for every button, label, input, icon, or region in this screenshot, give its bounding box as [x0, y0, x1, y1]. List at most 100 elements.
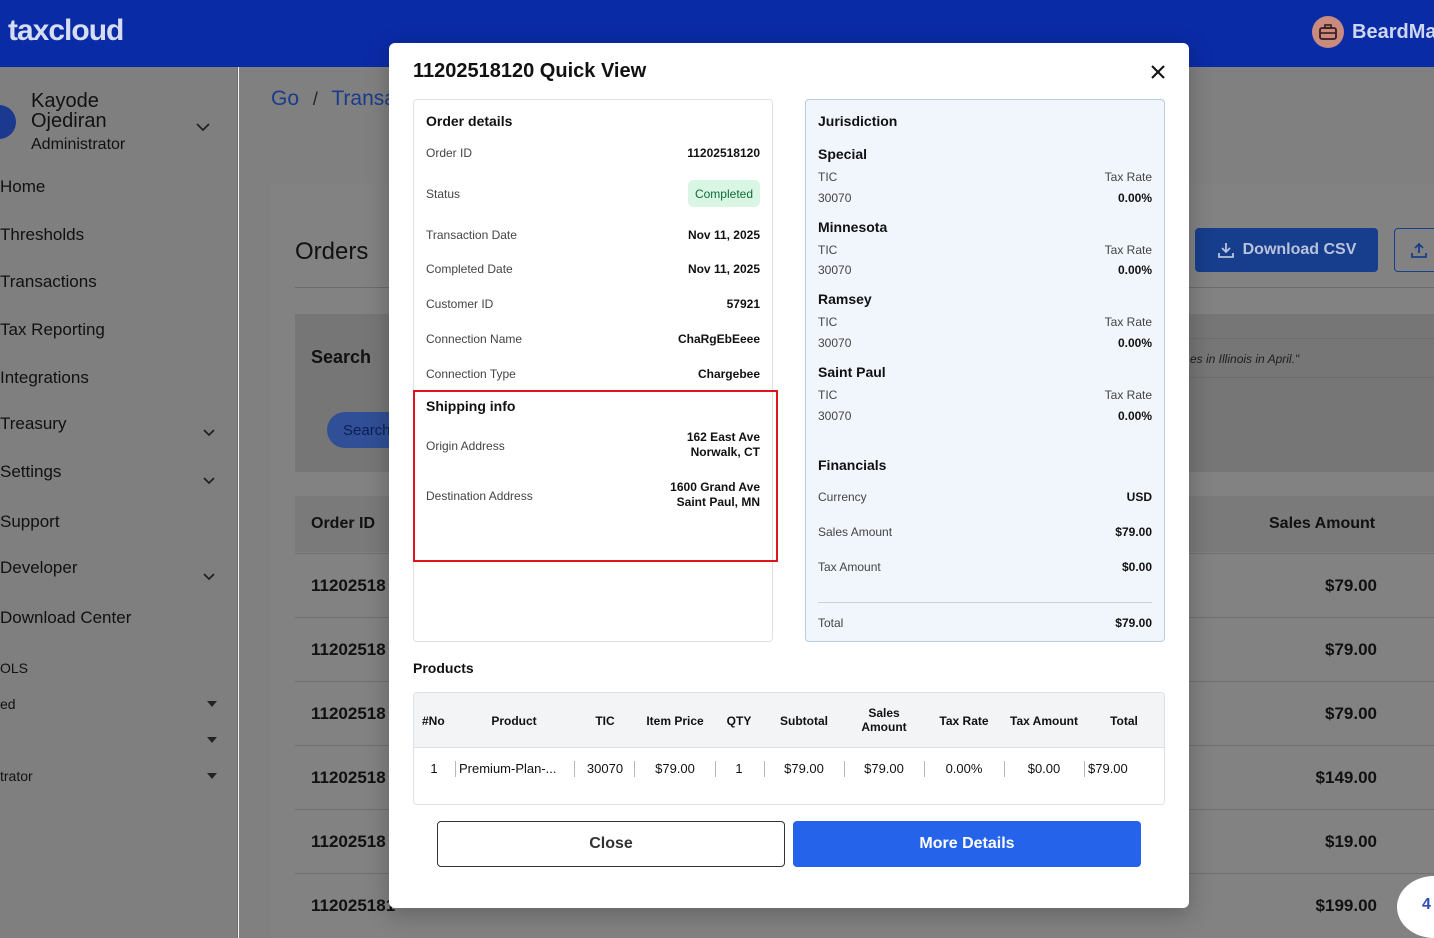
- column-tic: TIC: [595, 714, 615, 728]
- caret-down-icon[interactable]: [207, 773, 217, 779]
- cell-tic: 30070: [586, 761, 624, 776]
- connection-name-label: Connection Name: [426, 332, 523, 346]
- breadcrumb: Go / Transa: [271, 87, 396, 111]
- close-button[interactable]: Close: [437, 821, 785, 867]
- tax-rate-label: Tax Rate: [1104, 170, 1152, 184]
- status-badge: Completed: [687, 180, 760, 207]
- completed-date-value: Nov 11, 2025: [687, 262, 760, 276]
- divider: [634, 761, 635, 777]
- tax-rate-value: 0.00%: [1117, 263, 1152, 277]
- tic-label: TIC: [818, 315, 838, 329]
- brand-name: BeardMa: [1352, 20, 1434, 43]
- cell-tax-rate: 0.00%: [945, 761, 983, 776]
- column-sales-amount[interactable]: Sales Amount: [1269, 515, 1375, 533]
- tools-select-1[interactable]: ed: [0, 696, 16, 712]
- column-item-price: Item Price: [646, 714, 704, 728]
- row-order-id: 112025181: [311, 896, 396, 915]
- sidebar-item-tax-reporting[interactable]: Tax Reporting: [0, 320, 105, 340]
- column-tax-rate: Tax Rate: [939, 714, 989, 728]
- row-sales-amount: $79.00: [1325, 576, 1377, 595]
- order-id-value: 11202518120: [687, 146, 760, 160]
- caret-down-icon[interactable]: [207, 701, 217, 707]
- cell-tax-amount: $0.00: [1027, 761, 1061, 776]
- sidebar-item-thresholds[interactable]: Thresholds: [0, 225, 84, 245]
- connection-name-value: ChaRgEbEeee: [677, 332, 760, 346]
- row-sales-amount: $199.00: [1315, 896, 1377, 915]
- sales-amount-value: $79.00: [1115, 525, 1152, 539]
- tax-rate-label: Tax Rate: [1104, 388, 1152, 402]
- transaction-date-label: Transaction Date: [426, 228, 517, 242]
- column-no: #No: [422, 714, 445, 728]
- cell-total: $79.00: [1088, 761, 1128, 776]
- close-icon[interactable]: [1147, 61, 1169, 83]
- row-order-id: 11202518: [311, 704, 386, 723]
- jurisdiction-name: Special: [818, 146, 868, 162]
- currency-label: Currency: [818, 490, 867, 504]
- tax-amount-value: $0.00: [1121, 560, 1152, 574]
- cell-product[interactable]: Premium-Plan-...: [459, 761, 571, 776]
- column-sales-amount-line2: Amount: [861, 720, 907, 734]
- column-tax-amount: Tax Amount: [1010, 714, 1078, 728]
- shipping-info-highlight: [413, 390, 778, 562]
- jurisdiction-name: Ramsey: [818, 291, 872, 307]
- upload-icon: [1411, 242, 1427, 258]
- sidebar-item-treasury[interactable]: Treasury: [0, 414, 66, 434]
- tic-value: 30070: [818, 409, 852, 423]
- divider: [818, 602, 1152, 603]
- download-csv-button[interactable]: Download CSV: [1195, 228, 1378, 272]
- column-sales-amount: Sales Amount: [854, 706, 914, 734]
- sidebar-item-developer[interactable]: Developer: [0, 558, 78, 578]
- divider: [764, 761, 765, 777]
- upload-button[interactable]: [1394, 228, 1434, 272]
- column-order-id[interactable]: Order ID: [311, 515, 375, 533]
- breadcrumb-separator: /: [312, 89, 318, 109]
- tax-amount-label: Tax Amount: [818, 560, 881, 574]
- sidebar-item-support[interactable]: Support: [0, 512, 60, 532]
- cell-sales-amount: $79.00: [864, 761, 904, 776]
- breadcrumb-item[interactable]: Transa: [331, 87, 396, 110]
- breadcrumb-item[interactable]: Go: [271, 87, 299, 110]
- tax-rate-value: 0.00%: [1117, 336, 1152, 350]
- connection-type-label: Connection Type: [426, 367, 516, 381]
- sidebar-item-integrations[interactable]: Integrations: [0, 368, 89, 388]
- customer-id-value: 57921: [726, 297, 760, 311]
- more-details-button[interactable]: More Details: [793, 821, 1141, 867]
- order-details-title: Order details: [426, 113, 513, 129]
- tic-value: 30070: [818, 336, 852, 350]
- tic-label: TIC: [818, 388, 838, 402]
- account-switcher[interactable]: BeardMa: [1312, 16, 1434, 48]
- chevron-down-icon[interactable]: [196, 119, 210, 137]
- taxcloud-logo[interactable]: taxcloud: [8, 14, 124, 48]
- financials-title: Financials: [818, 457, 887, 473]
- jurisdiction-name: Minnesota: [818, 219, 888, 235]
- chevron-down-icon[interactable]: [203, 568, 215, 586]
- tax-rate-label: Tax Rate: [1104, 315, 1152, 329]
- status-label: Status: [426, 187, 461, 201]
- tic-value: 30070: [818, 263, 852, 277]
- row-order-id: 11202518: [311, 768, 386, 787]
- sidebar-item-home[interactable]: Home: [0, 177, 45, 197]
- completed-date-label: Completed Date: [426, 262, 513, 276]
- user-role: Administrator: [31, 136, 126, 153]
- column-qty: QTY: [726, 714, 752, 728]
- products-table: #No Product TIC Item Price QTY Subtotal …: [413, 692, 1165, 805]
- chevron-down-icon[interactable]: [203, 472, 215, 490]
- jurisdiction-panel: Jurisdiction Special TIC Tax Rate 30070 …: [805, 99, 1165, 642]
- tools-select-3[interactable]: trator: [0, 768, 33, 784]
- sidebar-item-transactions[interactable]: Transactions: [0, 272, 97, 292]
- chevron-down-icon[interactable]: [203, 424, 215, 442]
- divider: [924, 761, 925, 777]
- cell-subtotal: $79.00: [784, 761, 824, 776]
- jurisdiction-name: Saint Paul: [818, 364, 886, 380]
- avatar[interactable]: [0, 105, 16, 139]
- connection-type-value: Chargebee: [697, 367, 760, 381]
- sidebar-item-settings[interactable]: Settings: [0, 462, 61, 482]
- caret-down-icon[interactable]: [207, 737, 217, 743]
- divider: [455, 761, 456, 777]
- tools-section-label: OLS: [0, 660, 29, 676]
- total-label: Total: [818, 616, 844, 630]
- row-order-id: 11202518: [311, 640, 386, 659]
- sidebar-item-download-center[interactable]: Download Center: [0, 608, 131, 628]
- currency-value: USD: [1126, 490, 1152, 504]
- sidebar: Kayode Ojediran Administrator Home Thres…: [0, 67, 238, 938]
